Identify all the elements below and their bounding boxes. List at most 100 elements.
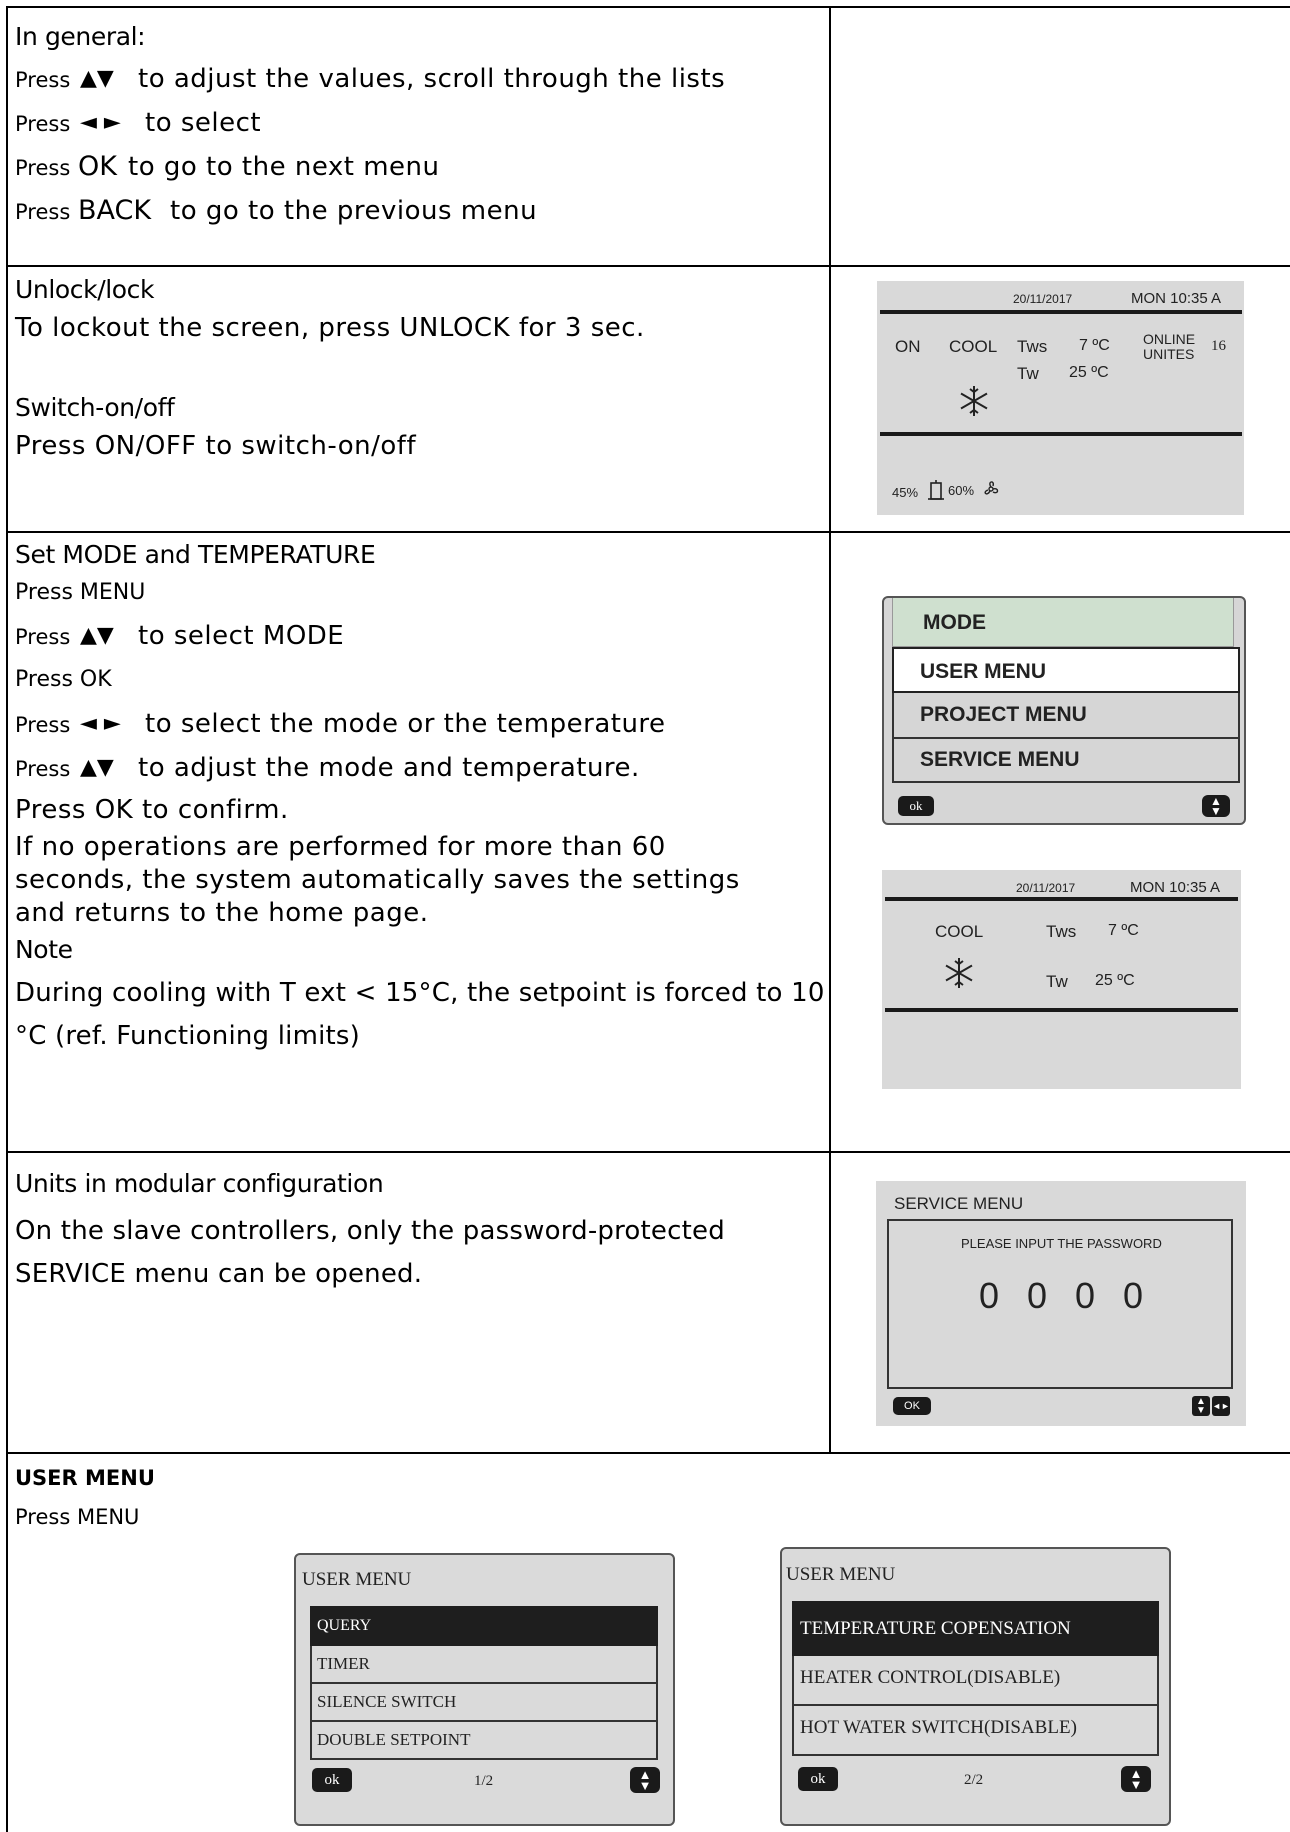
home-status: ON [895,337,921,356]
row-divider-1 [6,265,1290,267]
screen1-item-query: QUERY [317,1617,372,1634]
modular-heading: Units in modular configuration [15,1169,384,1198]
general-line1-text: to adjust the values, scroll through the… [138,64,726,94]
mode-line2-press: Press [15,625,71,649]
lock-heading: Unlock/lock [15,275,155,304]
cool-screen-display: 20/11/2017 MON 10:35 A COOL Tws 7 ºC Tw … [882,870,1241,1089]
snowflake-icon [945,958,973,988]
table-border-left [6,6,8,1832]
cool-tw-value: 25 ºC [1095,972,1135,989]
mode-line3: Press OK [15,667,112,692]
screen2-item-heater: HEATER CONTROL(DISABLE) [800,1667,1061,1688]
table-border-top [6,6,1290,8]
menu-item-mode: MODE [923,611,986,634]
ok-button-icon: ok [312,1768,352,1792]
mode-line5-press: Press [15,757,71,781]
menu-item-project: PROJECT MENU [920,703,1087,726]
cool-tws-label: Tws [1046,922,1077,941]
general-line3-press: Press [15,156,71,180]
up-down-button-icon: ▲ ▼ [1192,1396,1210,1416]
user-menu-heading: USER MENU [15,1466,155,1490]
online-count: 16 [1211,338,1226,354]
mode-row: MODE [892,598,1234,647]
menu-row-project: PROJECT MENU [892,693,1240,739]
user-menu-screen-2: USER MENU TEMPERATURE COPENSATION HEATER… [780,1547,1171,1826]
home-date: 20/11/2017 [1013,292,1073,306]
screen1-page: 1/2 [474,1773,494,1789]
top-divider [885,897,1238,901]
menu-row-service: SERVICE MENU [892,739,1240,783]
left-right-arrows-icon: ◄ ► [80,110,121,135]
screen1-row-double: DOUBLE SETPOINT [310,1722,658,1760]
online-label-1: ONLINE [1143,331,1196,347]
up-down-arrows-icon: ▲▼ [80,66,114,91]
online-label-2: UNITES [1143,346,1195,362]
mode-line6: Press OK to confirm. [15,795,289,825]
password-prompt: PLEASE INPUT THE PASSWORD [961,1236,1162,1251]
screen2-row-hotwater: HOT WATER SWITCH(DISABLE) [792,1706,1159,1756]
tw-label: Tw [1017,364,1039,383]
bottom-divider [880,432,1242,436]
home-pct2: 60% [948,483,975,498]
password-digit-1[interactable]: 0 [979,1275,999,1317]
screen1-row-silence: SILENCE SWITCH [310,1684,658,1722]
up-down-arrows-icon: ▲▼ [80,755,114,780]
screen2-title: USER MENU [786,1564,896,1585]
tws-value: 7 ºC [1079,337,1110,354]
screen1-title: USER MENU [302,1569,412,1590]
cool-time: MON 10:35 A [1130,879,1221,896]
note-heading: Note [15,935,73,964]
up-down-button-icon: ▲ ▼ [630,1767,660,1793]
fan-icon [984,481,999,495]
lock-text: To lockout the screen, press UNLOCK for … [15,313,645,343]
main-menu-screen: MODE USER MENU PROJECT MENU SERVICE MENU… [882,596,1246,825]
user-menu-screen-1: USER MENU QUERY TIMER SILENCE SWITCH DOU… [294,1553,675,1826]
modular-text: On the slave controllers, only the passw… [15,1216,725,1289]
mode-line2-text: to select MODE [138,621,345,651]
ok-button-icon: OK [893,1397,931,1415]
mode-line4-text: to select the mode or the temperature [145,709,666,739]
timeout-paragraph: If no operations are performed for more … [15,832,740,928]
general-line4-press: Press [15,200,71,224]
screen2-row-temp: TEMPERATURE COPENSATION [792,1601,1159,1656]
switch-text: Press ON/OFF to switch-on/off [15,431,417,461]
cool-date: 20/11/2017 [1016,881,1076,895]
screen2-row-heater: HEATER CONTROL(DISABLE) [792,1656,1159,1706]
up-down-button-icon: ▲ ▼ [1121,1766,1151,1792]
general-line2-press: Press [15,112,71,136]
top-divider [880,310,1242,314]
password-digit-4[interactable]: 0 [1123,1275,1143,1317]
service-password-screen: SERVICE MENU PLEASE INPUT THE PASSWORD 0… [876,1181,1246,1426]
cool-tw-label: Tw [1046,972,1068,991]
menu-item-user: USER MENU [920,660,1047,683]
screen1-item-silence: SILENCE SWITCH [317,1692,457,1711]
general-heading: In general: [15,22,146,51]
ok-key-label: OK [78,151,117,182]
password-box: PLEASE INPUT THE PASSWORD 0 0 0 0 [887,1219,1233,1389]
left-right-button-icon: ◄► [1212,1396,1230,1416]
password-digit-3[interactable]: 0 [1075,1275,1095,1317]
home-screen-display: 20/11/2017 MON 10:35 A ON COOL Tws 7 ºC … [877,281,1244,515]
up-down-button-icon: ▲ ▼ [1202,795,1230,817]
cool-tws-value: 7 ºC [1108,922,1139,939]
ok-button-icon: ok [898,796,934,816]
mode-line1: Press MENU [15,580,146,605]
general-line4-text: to go to the previous menu [170,196,538,226]
password-digit-2[interactable]: 0 [1027,1275,1047,1317]
screen2-page: 2/2 [964,1772,984,1788]
home-time: MON 10:35 A [1131,290,1222,307]
bottom-divider [885,1008,1238,1012]
screen1-row-timer: TIMER [310,1646,658,1684]
ok-button-icon: ok [798,1767,838,1791]
tank-icon [928,480,944,500]
home-pct1: 45% [892,485,919,500]
user-menu-sub: Press MENU [15,1505,140,1529]
screen2-item-hotwater: HOT WATER SWITCH(DISABLE) [800,1717,1077,1738]
service-title: SERVICE MENU [894,1194,1024,1213]
note-text: During cooling with T ext < 15°C, the se… [15,978,825,1051]
back-key-label: BACK [78,195,152,226]
home-mode: COOL [949,337,998,356]
menu-item-service: SERVICE MENU [920,748,1080,771]
snowflake-icon [960,386,988,416]
row-divider-2 [6,531,1290,533]
